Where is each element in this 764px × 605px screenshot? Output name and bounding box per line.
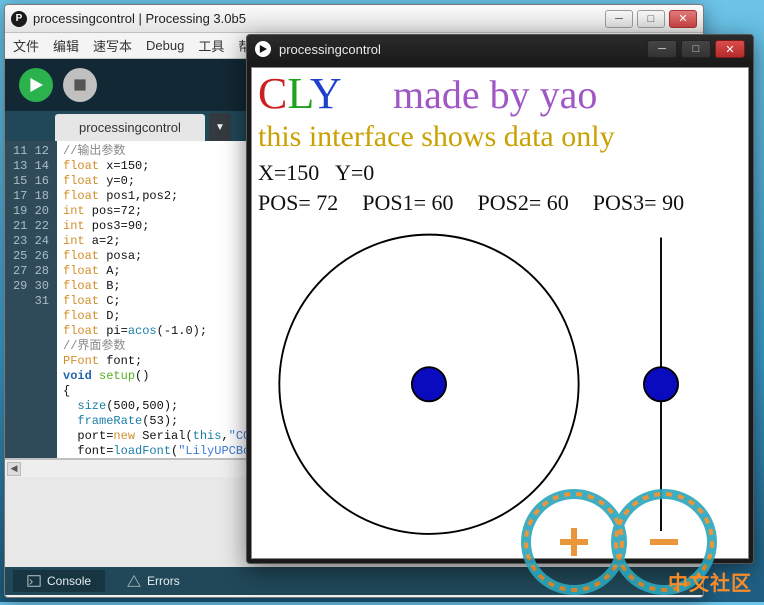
warning-icon bbox=[127, 574, 141, 588]
value-y: 0 bbox=[363, 160, 374, 185]
console-tab-label: Console bbox=[47, 574, 91, 588]
ide-bottombar: Console Errors bbox=[5, 567, 703, 595]
console-tab[interactable]: Console bbox=[13, 570, 105, 592]
value-pos3: 90 bbox=[662, 190, 684, 215]
heading-byline: made by yao bbox=[393, 72, 597, 117]
processing-logo-icon: P bbox=[11, 11, 27, 27]
run-button[interactable] bbox=[19, 68, 53, 102]
sketch-close-button[interactable]: ✕ bbox=[715, 40, 745, 58]
sketch-output-window: processingcontrol ─ □ ✕ CLY made by yao … bbox=[246, 34, 754, 564]
ide-titlebar[interactable]: P processingcontrol | Processing 3.0b5 ─… bbox=[5, 5, 703, 33]
menu-sketch[interactable]: 速写本 bbox=[93, 36, 132, 55]
ide-close-button[interactable]: ✕ bbox=[669, 10, 697, 28]
errors-tab-label: Errors bbox=[147, 574, 180, 588]
value-x: 150 bbox=[286, 160, 319, 185]
heading: CLY made by yao bbox=[258, 68, 597, 119]
heading-l: L bbox=[287, 69, 309, 118]
sketch-titlebar[interactable]: processingcontrol ─ □ ✕ bbox=[247, 35, 753, 63]
value-pos1: 60 bbox=[432, 190, 454, 215]
sketch-canvas: CLY made by yao this interface shows dat… bbox=[251, 67, 749, 559]
value-pos2: 60 bbox=[547, 190, 569, 215]
menu-file[interactable]: 文件 bbox=[13, 36, 39, 55]
sketch-title-text: processingcontrol bbox=[279, 42, 647, 57]
stop-button[interactable] bbox=[63, 68, 97, 102]
console-icon bbox=[27, 574, 41, 588]
pos-readout: POS= 72 POS1= 60 POS2= 60 POS3= 90 bbox=[258, 190, 684, 216]
play-icon bbox=[29, 78, 43, 92]
ide-title-text: processingcontrol | Processing 3.0b5 bbox=[33, 11, 605, 26]
menu-edit[interactable]: 编辑 bbox=[53, 36, 79, 55]
ide-minimize-button[interactable]: ─ bbox=[605, 10, 633, 28]
sketch-tab[interactable]: processingcontrol bbox=[55, 114, 205, 141]
value-pos: 72 bbox=[316, 190, 338, 215]
ide-maximize-button[interactable]: □ bbox=[637, 10, 665, 28]
heading-c: C bbox=[258, 69, 287, 118]
xy-readout: X=150 Y=0 bbox=[258, 160, 374, 186]
stop-icon bbox=[73, 78, 87, 92]
sketch-app-icon bbox=[255, 41, 271, 57]
dot-right bbox=[644, 367, 678, 401]
menu-tools[interactable]: 工具 bbox=[198, 36, 224, 55]
dot-left bbox=[412, 367, 446, 401]
tab-dropdown-button[interactable]: ▼ bbox=[209, 113, 231, 141]
errors-tab[interactable]: Errors bbox=[113, 570, 194, 592]
sketch-minimize-button[interactable]: ─ bbox=[647, 40, 677, 58]
sketch-maximize-button[interactable]: □ bbox=[681, 40, 711, 58]
line-gutter: 11 12 13 14 15 16 17 18 19 20 21 22 23 2… bbox=[5, 141, 57, 458]
menu-debug[interactable]: Debug bbox=[146, 38, 184, 53]
heading-y: Y bbox=[310, 69, 340, 118]
subtitle: this interface shows data only bbox=[258, 120, 615, 154]
scroll-left-button[interactable]: ◀ bbox=[7, 462, 21, 476]
sketch-drawing bbox=[260, 228, 740, 550]
